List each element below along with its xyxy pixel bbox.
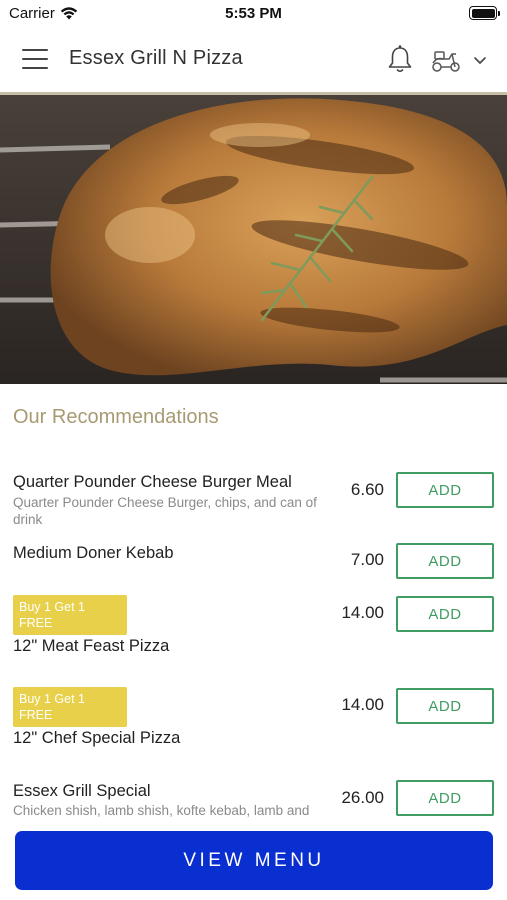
- item-price: 14.00: [341, 695, 384, 714]
- nav-bar: Essex Grill N Pizza: [0, 28, 507, 92]
- add-button[interactable]: ADD: [396, 596, 494, 632]
- grilled-chicken-illustration: [0, 95, 507, 384]
- scooter-delivery-icon[interactable]: [430, 46, 462, 74]
- add-button[interactable]: ADD: [396, 472, 494, 508]
- item-description: Quarter Pounder Cheese Burger, chips, an…: [13, 495, 317, 527]
- item-price: 7.00: [350, 550, 384, 569]
- item-name: 12" Chef Special Pizza: [13, 729, 181, 747]
- item-price: 26.00: [341, 788, 384, 807]
- add-button[interactable]: ADD: [396, 780, 494, 816]
- promo-badge: Buy 1 Get 1 FREE: [13, 595, 127, 635]
- clock: 5:53 PM: [225, 5, 282, 22]
- chevron-down-icon[interactable]: [472, 52, 488, 68]
- item-name: Quarter Pounder Cheese Burger Meal: [13, 473, 292, 491]
- item-price: 14.00: [341, 603, 384, 622]
- add-button[interactable]: ADD: [396, 543, 494, 579]
- item-name: Essex Grill Special: [13, 782, 151, 800]
- bell-icon[interactable]: [386, 44, 414, 74]
- item-description: Chicken shish, lamb shish, kofte kebab, …: [13, 803, 310, 818]
- view-menu-button[interactable]: VIEW MENU: [15, 831, 493, 890]
- add-button[interactable]: ADD: [396, 688, 494, 724]
- promo-badge: Buy 1 Get 1 FREE: [13, 687, 127, 727]
- battery-icon: [469, 6, 500, 20]
- item-name: Medium Doner Kebab: [13, 544, 174, 562]
- status-bar: Carrier 5:53 PM: [0, 0, 507, 28]
- item-price: 6.60: [350, 480, 384, 499]
- restaurant-title: Essex Grill N Pizza: [69, 47, 243, 69]
- hero-food-image: [0, 92, 507, 384]
- section-title: Our Recommendations: [13, 406, 219, 428]
- item-name: 12" Meat Feast Pizza: [13, 637, 170, 655]
- hamburger-menu-icon[interactable]: [22, 49, 48, 71]
